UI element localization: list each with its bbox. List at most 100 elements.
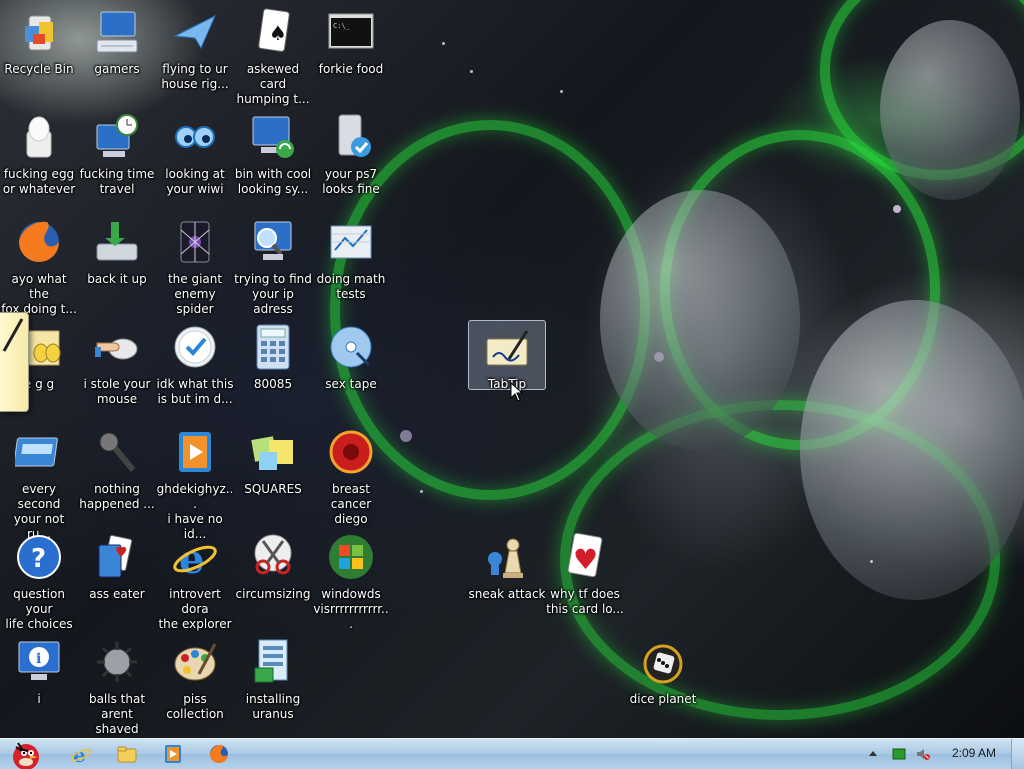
wallpaper-star [442, 42, 445, 45]
media-player-icon [171, 428, 219, 476]
show-hidden-icons-icon[interactable] [866, 747, 880, 761]
desktop-icon-label: piss collection [166, 692, 224, 721]
desktop-icon-label: breast cancer diego [330, 482, 372, 526]
desktop-icon-installing[interactable]: installing uranus [234, 632, 312, 732]
desktop-icon-sex-tape[interactable]: sex tape [312, 317, 390, 417]
desktop-icon-windowds[interactable]: windowds visrrrrrrrrrrr... [312, 527, 390, 631]
desktop-icon-label: 80085 [253, 377, 293, 391]
desktop-icon-fox[interactable]: ayo what the fox doing t... [0, 212, 78, 316]
microphone-icon [93, 428, 141, 476]
desktop-icon-every-second[interactable]: every second your not ru... [0, 422, 78, 541]
desktop-icon-label: doing math tests [316, 272, 386, 301]
desktop[interactable]: Recycle Bin gamers flying to ur house ri… [0, 0, 1024, 738]
desktop-icon-label: question your life choices [5, 587, 73, 631]
wallpaper-shape [880, 20, 1020, 200]
chess-icon [483, 533, 531, 581]
desktop-icon-sneak-attack[interactable]: sneak attack [468, 527, 546, 627]
desktop-icon-spider[interactable]: the giant enemy spider [156, 212, 234, 316]
dice-icon [639, 638, 687, 686]
firefox-icon [15, 218, 63, 266]
start-button[interactable] [4, 739, 48, 769]
command-prompt-icon: C:\_ [327, 8, 375, 56]
desktop-icon-math-tests[interactable]: doing math tests [312, 212, 390, 312]
desktop-icon-ps7[interactable]: your ps7 looks fine [312, 107, 390, 207]
taskbar-media-player[interactable] [158, 741, 188, 767]
desktop-icon-squares[interactable]: SQUARES [234, 422, 312, 522]
mouse-hand-icon [93, 323, 141, 371]
desktop-icon-ass-eater[interactable]: ♥ ass eater [78, 527, 156, 627]
desktop-icon-label: back it up [87, 272, 147, 286]
scissors-icon [249, 533, 297, 581]
mouse-cursor-icon [510, 382, 524, 402]
math-chart-icon [327, 218, 375, 266]
desktop-icon-label: circumsizing [235, 587, 311, 601]
desktop-icon-label: SQUARES [244, 482, 302, 496]
desktop-icon-question[interactable]: ? question your life choices [0, 527, 78, 631]
desktop-icon-breast-cancer[interactable]: breast cancer diego [312, 422, 390, 526]
svg-text:♥: ♥ [115, 545, 128, 561]
desktop-icon-looking[interactable]: looking at your wiwi [156, 107, 234, 207]
wallpaper-shape [600, 190, 800, 450]
desktop-icon-flying[interactable]: flying to ur house rig... [156, 2, 234, 102]
tablet-input-panel-tab[interactable] [0, 312, 29, 412]
desktop-icon-time-travel[interactable]: fucking time travel [78, 107, 156, 207]
desktop-icon-askewed-card[interactable]: ♠ askewed card humping t... [234, 2, 312, 106]
computer-sync-icon [249, 113, 297, 161]
taskbar: e 2:09 AM [0, 738, 1024, 769]
desktop-icon-label: forkie food [318, 62, 384, 76]
desktop-icon-piss-collection[interactable]: piss collection [156, 632, 234, 732]
spiked-ball-icon [93, 638, 141, 686]
desktop-icon-label: i stole your mouse [83, 377, 151, 406]
desktop-icon-nothing[interactable]: nothing happened ... [78, 422, 156, 522]
media-player-icon [165, 745, 181, 763]
spider-solitaire-icon [171, 218, 219, 266]
desktop-icon-egg[interactable]: fucking egg or whatever [0, 107, 78, 207]
desktop-icon-label: idk what this is but im d... [156, 377, 234, 406]
desktop-icon-label: why tf does this card lo... [546, 587, 624, 616]
desktop-icon-80085[interactable]: 80085 [234, 317, 312, 417]
desktop-icon-back-it-up[interactable]: back it up [78, 212, 156, 312]
desktop-icon-tabtip[interactable]: TabTip [468, 320, 546, 391]
volume-muted-icon[interactable] [916, 747, 930, 761]
desktop-icon-forkie-food[interactable]: C:\_ forkie food [312, 2, 390, 102]
desktop-icon-balls[interactable]: balls that arent shaved [78, 632, 156, 736]
taskbar-explorer-folder[interactable] [112, 741, 142, 767]
desktop-icon-gamers[interactable]: gamers [78, 2, 156, 102]
desktop-icon-idk[interactable]: idk what this is but im d... [156, 317, 234, 417]
internet-explorer-icon: e [171, 533, 219, 583]
desktop-icon-label: dice planet [629, 692, 697, 706]
desktop-icon-why-tf-card[interactable]: ♥ why tf does this card lo... [546, 527, 624, 627]
computer-clock-icon [93, 113, 141, 161]
svg-text:i: i [36, 651, 41, 667]
taskbar-firefox[interactable] [204, 741, 234, 767]
drive-check-icon [327, 113, 375, 161]
desktop-icon-i[interactable]: i i [0, 632, 78, 732]
pen-icon [2, 318, 24, 352]
desktop-icon-ghdekighyz[interactable]: ghdekighyz... i have no id... [156, 422, 234, 541]
paint-palette-icon [171, 638, 219, 686]
desktop-icon-dora[interactable]: e introvert dora the explorer [156, 527, 234, 631]
desktop-icon-label: windowds visrrrrrrrrrrr... [313, 587, 389, 631]
show-desktop-button[interactable] [1011, 739, 1024, 769]
red-disc-icon [327, 428, 375, 476]
computer-keyboard-icon [93, 8, 141, 56]
desktop-icon-label: ayo what the fox doing t... [1, 272, 77, 316]
desktop-icon-label: flying to ur house rig... [161, 62, 229, 91]
desktop-icon-bin-cool[interactable]: bin with cool looking sy... [234, 107, 312, 207]
desktop-icon-dice-planet[interactable]: dice planet [624, 632, 702, 732]
desktop-icon-label: introvert dora the explorer [158, 587, 232, 631]
installer-icon [249, 638, 297, 686]
desktop-icon-circumsizing[interactable]: circumsizing [234, 527, 312, 627]
wallpaper-star [560, 90, 563, 93]
svg-text:C:\_: C:\_ [333, 22, 351, 30]
desktop-icon-label: trying to find your ip adress [234, 272, 312, 316]
desktop-icon-stole-mouse[interactable]: i stole your mouse [78, 317, 156, 417]
firefox-icon [210, 744, 228, 763]
taskbar-internet-explorer[interactable]: e [66, 741, 96, 767]
desktop-icon-ip-adress[interactable]: trying to find your ip adress [234, 212, 312, 316]
desktop-icon-recycle-bin[interactable]: Recycle Bin [0, 2, 78, 102]
taskbar-clock[interactable]: 2:09 AM [952, 746, 996, 760]
battery-icon[interactable] [892, 747, 906, 761]
desktop-icon-label: TabTip [487, 377, 527, 391]
folder-icon [117, 746, 137, 763]
